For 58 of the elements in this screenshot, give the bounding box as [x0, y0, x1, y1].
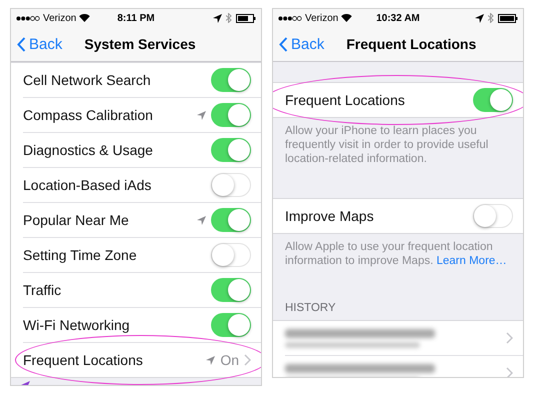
toggle-switch[interactable] — [211, 103, 251, 127]
chevron-left-icon — [279, 36, 288, 52]
location-arrow-icon — [213, 14, 222, 22]
row-label: Wi-Fi Networking — [23, 317, 131, 333]
toggle-switch[interactable] — [211, 313, 251, 337]
chevron-right-icon — [244, 354, 251, 366]
signal-strength-icon — [278, 16, 302, 20]
row-label: Frequent Locations — [285, 92, 406, 108]
row-label: Location-Based iAds — [23, 177, 152, 193]
wifi-icon — [341, 14, 352, 22]
toggle-switch[interactable] — [211, 278, 251, 302]
settings-row[interactable]: Frequent Locations — [273, 83, 523, 117]
row-label: Frequent Locations — [23, 352, 144, 368]
settings-row[interactable]: Setting Time Zone — [23, 238, 261, 272]
row-label: Cell Network Search — [23, 72, 152, 88]
status-time: 8:11 PM — [117, 12, 155, 24]
toggle-switch[interactable] — [211, 138, 251, 162]
signal-strength-icon — [16, 16, 40, 20]
status-time: 10:32 AM — [376, 12, 420, 24]
footer-text: Allow your iPhone to learn places you frequently visit in order to provide useful location-related information. — [284, 124, 490, 167]
row-value: On — [220, 352, 239, 368]
bluetooth-icon — [488, 13, 494, 23]
row-label: Diagnostics & Usage — [23, 142, 154, 158]
row-label: Popular Near Me — [23, 212, 130, 228]
screen-title: System Services — [84, 36, 196, 52]
bluetooth-icon — [226, 13, 232, 23]
settings-row[interactable]: Improve Maps — [273, 199, 523, 233]
settings-row[interactable]: Frequent Locations On — [23, 343, 261, 377]
carrier-name: Verizon — [305, 12, 338, 24]
settings-row[interactable]: Diagnostics & Usage — [23, 133, 261, 167]
settings-row[interactable]: Traffic — [23, 273, 261, 307]
battery-icon — [498, 14, 518, 22]
toggle-switch[interactable] — [211, 243, 251, 267]
screen-title: Frequent Locations — [346, 36, 476, 52]
settings-row[interactable]: Compass Calibration — [23, 98, 261, 132]
settings-row[interactable]: Location-Based iAds — [23, 168, 261, 202]
toggle-switch[interactable] — [473, 88, 513, 112]
carrier-name: Verizon — [43, 12, 76, 24]
footer-text: Allow Apple to use your frequent location information to improve Maps. Learn More… — [284, 240, 508, 269]
row-label: Traffic — [23, 282, 62, 298]
battery-icon — [236, 14, 256, 22]
settings-row[interactable]: Wi-Fi Networking — [23, 308, 261, 342]
toggle-switch[interactable] — [473, 204, 513, 228]
settings-row[interactable]: Cell Network Search — [11, 63, 261, 97]
wifi-icon — [79, 14, 90, 22]
location-arrow-icon — [475, 14, 484, 22]
row-label: Compass Calibration — [23, 107, 154, 123]
back-button[interactable]: Back — [279, 36, 324, 52]
toggle-switch[interactable] — [211, 173, 251, 197]
row-label: Setting Time Zone — [23, 247, 138, 263]
toggle-switch[interactable] — [211, 68, 251, 92]
row-label: Improve Maps — [285, 208, 375, 224]
settings-row[interactable]: Popular Near Me — [23, 203, 261, 237]
chevron-left-icon — [17, 36, 26, 52]
chevron-right-icon — [506, 332, 513, 344]
toggle-switch[interactable] — [211, 208, 251, 232]
section-header: HISTORY — [284, 301, 337, 316]
back-button[interactable]: Back — [17, 36, 62, 52]
